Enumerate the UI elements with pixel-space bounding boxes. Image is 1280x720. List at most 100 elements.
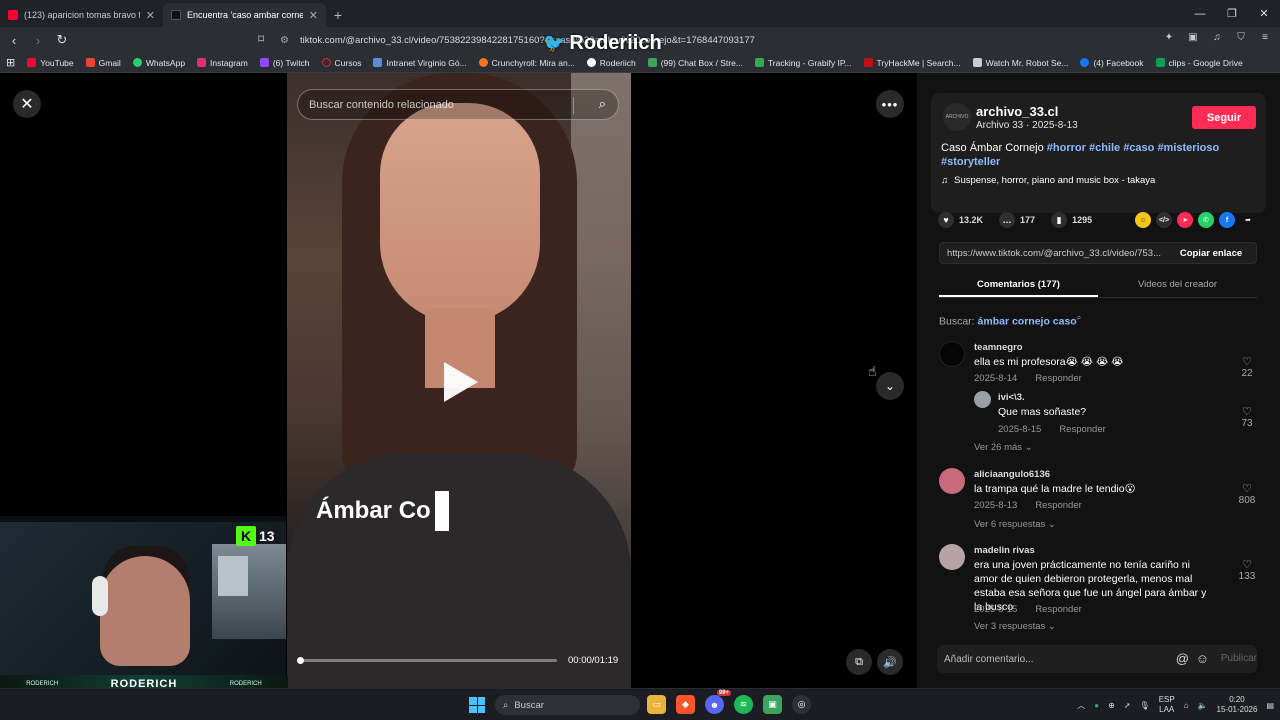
tray-overflow-icon[interactable]: ︿ bbox=[1077, 700, 1085, 711]
hashtag-storyteller[interactable]: #storyteller bbox=[941, 156, 1000, 168]
video-progress-bar[interactable] bbox=[297, 657, 557, 664]
bookmark-page-icon[interactable]: ⌑ bbox=[258, 32, 264, 46]
comment-avatar[interactable] bbox=[939, 544, 965, 570]
language-indicator[interactable]: ESP LAA bbox=[1159, 695, 1175, 715]
friends-share-icon[interactable]: ☺ bbox=[1135, 212, 1151, 228]
bookmark-mrrobot[interactable]: Watch Mr. Robot Se... bbox=[972, 58, 1068, 68]
reply-username[interactable]: ivi<\3. bbox=[998, 392, 1025, 403]
bookmark-twitch[interactable]: (6) Twitch bbox=[259, 58, 310, 68]
bookmark-chatbox[interactable]: (99) Chat Box / Stre... bbox=[647, 58, 743, 68]
more-options-button[interactable]: ••• bbox=[876, 90, 904, 118]
tray-network-app-icon[interactable]: ⊕ bbox=[1108, 701, 1115, 710]
music-info[interactable]: ♫ Suspense, horror, piano and music box … bbox=[941, 175, 1155, 186]
file-explorer-icon[interactable]: ▭ bbox=[647, 695, 666, 714]
search-query-link[interactable]: ámbar cornejo caso bbox=[978, 316, 1077, 328]
progress-knob[interactable] bbox=[297, 657, 304, 664]
clock[interactable]: 0:20 15-01-2026 bbox=[1217, 695, 1258, 715]
minimize-icon[interactable]: — bbox=[1184, 0, 1216, 27]
start-menu-icon[interactable] bbox=[469, 697, 485, 713]
sidebar-icon[interactable]: ▣ bbox=[1186, 30, 1200, 44]
reply-like[interactable]: ♡ 73 bbox=[1237, 405, 1257, 429]
heart-outline-icon[interactable]: ♡ bbox=[1237, 482, 1257, 495]
microphone-icon[interactable]: 🎙 bbox=[1140, 701, 1150, 710]
chat-app-icon[interactable]: ▣ bbox=[763, 695, 782, 714]
bookmark-crunchyroll[interactable]: Crunchyroll: Mira an... bbox=[478, 58, 575, 68]
menu-icon[interactable]: ≡ bbox=[1258, 30, 1272, 44]
close-tab-icon[interactable]: ✕ bbox=[146, 9, 155, 22]
copy-link-button[interactable]: Copiar enlace bbox=[1166, 248, 1256, 259]
comment-username[interactable]: madelin rivas bbox=[974, 545, 1035, 556]
comment-like[interactable]: ♡ 133 bbox=[1237, 558, 1257, 582]
tab-comments[interactable]: Comentarios (177) bbox=[939, 274, 1098, 297]
spotify-icon[interactable]: ≋ bbox=[734, 695, 753, 714]
obs-icon[interactable]: ◎ bbox=[792, 695, 811, 714]
reload-icon[interactable]: ↻ bbox=[52, 30, 72, 50]
comment-icon[interactable]: … bbox=[999, 212, 1016, 228]
reply-avatar[interactable] bbox=[974, 391, 991, 408]
heart-outline-icon[interactable]: ♡ bbox=[1237, 405, 1257, 418]
volume-button[interactable]: 🔊 bbox=[877, 649, 903, 675]
comment-avatar[interactable] bbox=[939, 468, 965, 494]
creator-avatar[interactable]: ARCHIVO bbox=[943, 103, 971, 131]
comment-avatar[interactable] bbox=[939, 341, 965, 367]
wifi-icon[interactable]: ⌂ bbox=[1184, 701, 1189, 710]
heart-icon[interactable]: ♥ bbox=[938, 212, 954, 228]
tab-creator-videos[interactable]: Videos del creador bbox=[1098, 274, 1257, 297]
add-comment-input[interactable]: Añadir comentario... @ ☺ Publicar bbox=[937, 645, 1257, 673]
bookmark-instagram[interactable]: Instagram bbox=[197, 58, 248, 68]
browser-tab-youtube[interactable]: (123) aparicion tomas bravo fantasm ✕ bbox=[0, 3, 163, 27]
close-tab-icon[interactable]: ✕ bbox=[309, 9, 318, 22]
reply-button[interactable]: Responder bbox=[1035, 500, 1081, 511]
taskbar-search[interactable]: ⌕ Buscar bbox=[495, 695, 640, 715]
notification-icon[interactable]: ▤ bbox=[1266, 701, 1274, 710]
next-video-button[interactable]: ⌄ bbox=[876, 372, 904, 400]
bookmark-facebook[interactable]: (4) Facebook bbox=[1080, 58, 1144, 68]
close-video-button[interactable]: ✕ bbox=[13, 90, 41, 118]
apps-grid-icon[interactable]: ⊞ bbox=[6, 56, 15, 69]
play-icon[interactable] bbox=[444, 362, 478, 402]
share-arrow-icon[interactable]: ➦ bbox=[1240, 212, 1256, 228]
emoji-icon[interactable]: ☺ bbox=[1196, 651, 1209, 666]
related-search-input[interactable]: Buscar contenido relacionado ⌕ bbox=[297, 89, 619, 120]
follow-button[interactable]: Seguir bbox=[1192, 106, 1256, 129]
picture-in-picture-button[interactable]: ⧉ bbox=[846, 649, 872, 675]
vpn-icon[interactable]: ⛉ bbox=[1234, 30, 1248, 44]
discord-icon[interactable]: ☻ 99+ bbox=[705, 690, 731, 714]
speaker-icon[interactable]: 🔈 bbox=[1198, 701, 1208, 710]
bookmark-intranet[interactable]: Intranet Virginio Gó... bbox=[373, 58, 467, 68]
facebook-share-icon[interactable]: f bbox=[1219, 212, 1235, 228]
whatsapp-share-icon[interactable]: ✆ bbox=[1198, 212, 1214, 228]
reply-button[interactable]: Responder bbox=[1059, 424, 1105, 435]
search-small-icon[interactable]: ⌕ bbox=[1077, 313, 1081, 322]
video-link[interactable]: https://www.tiktok.com/@archivo_33.cl/vi… bbox=[940, 248, 1166, 259]
extensions-icon[interactable]: ✦ bbox=[1162, 30, 1176, 44]
forward-icon[interactable]: › bbox=[28, 30, 48, 50]
comment-like[interactable]: ♡ 808 bbox=[1237, 482, 1257, 506]
reply-button[interactable]: Responder bbox=[1035, 604, 1081, 615]
search-icon[interactable]: ⌕ bbox=[599, 96, 606, 112]
comment-username[interactable]: aliciaangulo6136 bbox=[974, 469, 1050, 480]
back-icon[interactable]: ‹ bbox=[4, 30, 24, 50]
heart-outline-icon[interactable]: ♡ bbox=[1237, 355, 1257, 368]
video-player[interactable]: Buscar contenido relacionado ⌕ Ámbar Co … bbox=[287, 73, 631, 688]
comment-username[interactable]: teamnegro bbox=[974, 342, 1023, 353]
comment-like[interactable]: ♡ 22 bbox=[1237, 355, 1257, 379]
tray-arrow-icon[interactable]: ➚ bbox=[1124, 701, 1131, 710]
mention-icon[interactable]: @ bbox=[1176, 651, 1189, 666]
embed-icon[interactable]: </> bbox=[1156, 212, 1172, 228]
bookmark-gmail[interactable]: Gmail bbox=[85, 58, 121, 68]
site-settings-icon[interactable]: ⚙ bbox=[280, 35, 294, 46]
save-action[interactable]: ▮ 1295 bbox=[1051, 212, 1092, 228]
view-replies[interactable]: Ver 6 respuestas ⌄ bbox=[974, 519, 1056, 530]
close-window-icon[interactable]: ✕ bbox=[1248, 0, 1280, 27]
bookmark-google-drive[interactable]: clips - Google Drive bbox=[1155, 58, 1243, 68]
heart-outline-icon[interactable]: ♡ bbox=[1237, 558, 1257, 571]
view-more-replies[interactable]: Ver 26 más ⌄ bbox=[974, 442, 1033, 453]
bookmark-tryhackme[interactable]: TryHackMe | Search... bbox=[863, 58, 961, 68]
like-action[interactable]: ♥ 13.2K bbox=[938, 212, 983, 228]
browser-tab-tiktok[interactable]: Encuentra 'caso ambar cornejo' e ✕ bbox=[163, 3, 326, 27]
view-replies[interactable]: Ver 3 respuestas ⌄ bbox=[974, 621, 1056, 632]
bookmark-cursos[interactable]: Cursos bbox=[321, 58, 361, 68]
brave-icon[interactable]: ◆ bbox=[676, 695, 695, 714]
bookmark-icon[interactable]: ▮ bbox=[1051, 212, 1068, 228]
